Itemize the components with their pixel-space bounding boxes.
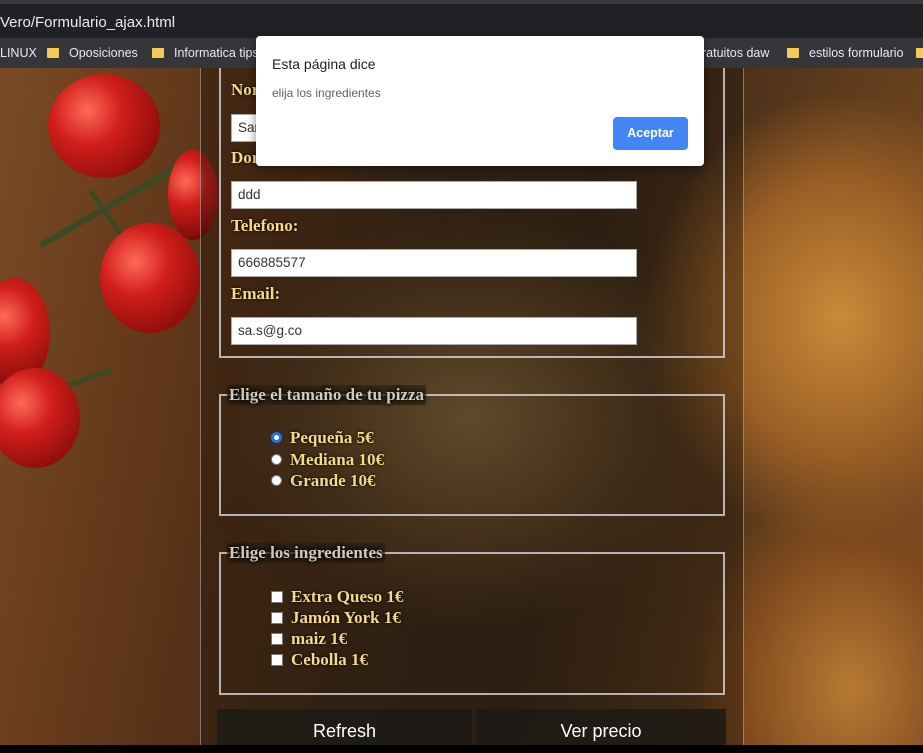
- bookmark-oposiciones[interactable]: Oposiciones: [47, 46, 138, 60]
- size-option-small[interactable]: Pequeña 5€: [271, 428, 374, 448]
- price-button[interactable]: Ver precio: [476, 709, 726, 745]
- url-text[interactable]: Vero/Formulario_ajax.html: [0, 14, 175, 31]
- radio[interactable]: [271, 475, 282, 486]
- ingredient-maiz[interactable]: maiz 1€: [271, 629, 347, 649]
- folder-icon: [916, 48, 923, 58]
- checkbox[interactable]: [271, 612, 283, 624]
- address-bar[interactable]: Vero/Formulario_ajax.html: [0, 0, 923, 38]
- ingredient-cebolla[interactable]: Cebolla 1€: [271, 650, 368, 670]
- ingredient-extra-queso[interactable]: Extra Queso 1€: [271, 587, 403, 607]
- alert-dialog: Esta página dice elija los ingredientes …: [256, 36, 704, 166]
- refresh-button[interactable]: Refresh: [217, 709, 472, 745]
- dialog-title: Esta página dice: [272, 56, 376, 72]
- bookmark-gratuitos-daw[interactable]: ratuitos daw: [702, 46, 769, 60]
- size-option-medium[interactable]: Mediana 10€: [271, 450, 384, 470]
- ingredients-legend: Elige los ingredientes: [227, 543, 385, 563]
- folder-icon: [47, 48, 59, 58]
- email-input[interactable]: sa.s@g.co: [231, 317, 637, 345]
- address-input[interactable]: ddd: [231, 181, 637, 209]
- size-option-large[interactable]: Grande 10€: [271, 471, 375, 491]
- ingredient-jamon-york[interactable]: Jamón York 1€: [271, 608, 401, 628]
- accept-button[interactable]: Aceptar: [613, 117, 688, 150]
- bookmark-linux[interactable]: LINUX: [0, 46, 37, 60]
- bookmark-estilos-formulario[interactable]: estilos formulario: [787, 46, 903, 60]
- folder-icon: [152, 48, 164, 58]
- dialog-message: elija los ingredientes: [272, 86, 381, 100]
- bookmark-informatica-tips[interactable]: Informatica tips: [152, 46, 259, 60]
- radio[interactable]: [271, 454, 282, 465]
- folder-icon: [787, 48, 799, 58]
- phone-input[interactable]: 666885577: [231, 249, 637, 277]
- email-label: Email:: [231, 284, 281, 303]
- tomato: [100, 223, 200, 333]
- phone-label: Telefono:: [231, 216, 299, 235]
- size-legend: Elige el tamaño de tu pizza: [227, 385, 427, 405]
- checkbox[interactable]: [271, 654, 283, 666]
- tomato: [48, 74, 160, 178]
- radio-selected[interactable]: [271, 432, 282, 443]
- checkbox[interactable]: [271, 591, 283, 603]
- bookmark-overflow[interactable]: [916, 46, 923, 60]
- checkbox[interactable]: [271, 633, 283, 645]
